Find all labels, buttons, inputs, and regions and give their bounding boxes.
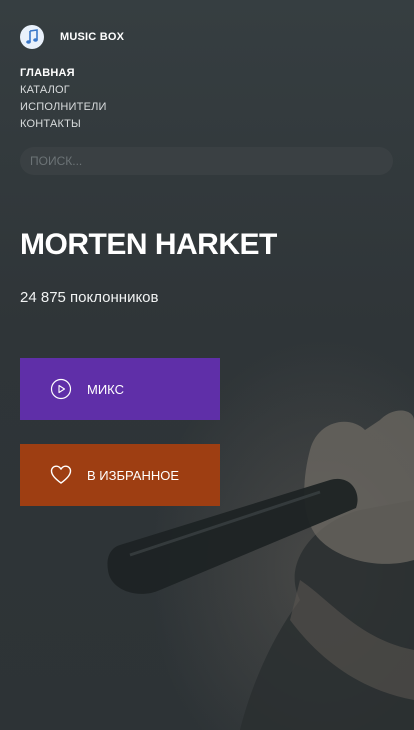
- nav-item-home[interactable]: ГЛАВНАЯ: [20, 65, 107, 82]
- nav-item-artists[interactable]: ИСПОЛНИТЕЛИ: [20, 99, 107, 116]
- search-input[interactable]: [20, 147, 393, 175]
- mix-button[interactable]: МИКС: [20, 358, 220, 420]
- add-to-favorites-button[interactable]: В ИЗБРАННОЕ: [20, 444, 220, 506]
- brand-name[interactable]: MUSIC BOX: [60, 31, 124, 43]
- header: MUSIC BOX: [20, 25, 124, 49]
- play-circle-icon: [50, 378, 72, 400]
- fans-count: 24 875 поклонников: [20, 289, 159, 306]
- heart-icon: [50, 464, 72, 486]
- mix-button-label: МИКС: [87, 381, 124, 397]
- nav-item-catalog[interactable]: КАТАЛОГ: [20, 82, 107, 99]
- main-nav: ГЛАВНАЯ КАТАЛОГ ИСПОЛНИТЕЛИ КОНТАКТЫ: [20, 65, 107, 133]
- artist-name: MORTEN HARKET: [20, 228, 277, 261]
- favorite-button-label: В ИЗБРАННОЕ: [87, 467, 180, 483]
- music-note-icon[interactable]: [20, 25, 44, 49]
- nav-item-contacts[interactable]: КОНТАКТЫ: [20, 116, 107, 133]
